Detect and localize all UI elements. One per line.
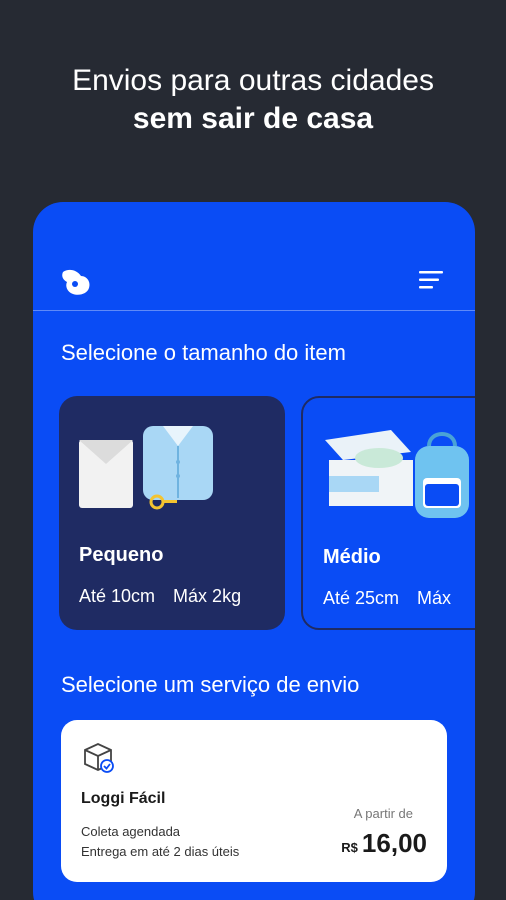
loggi-bunny-icon[interactable] <box>59 264 93 298</box>
size-dims: Até 25cm Máx <box>323 588 451 609</box>
size-weight: Máx 2kg <box>173 586 242 606</box>
size-dimension: Até 10cm <box>79 586 156 606</box>
app-topbar <box>33 202 475 312</box>
topbar-divider <box>33 310 475 311</box>
size-name: Médio <box>323 546 381 568</box>
size-section-title: Selecione o tamanho do item <box>61 340 346 365</box>
size-dimension: Até 25cm <box>323 588 400 608</box>
size-name: Pequeno <box>79 544 164 566</box>
size-card-medio[interactable]: Médio Até 25cm Máx <box>301 396 475 630</box>
promo-headline: Envios para outras cidades sem sair de c… <box>0 62 506 138</box>
service-name: Loggi Fácil <box>81 790 166 807</box>
box-backpack-illustration <box>325 430 469 518</box>
size-dims: Até 10cm Máx 2kg <box>79 586 241 607</box>
price-prefix: A partir de <box>353 806 413 821</box>
service-price: R$ 16,00 <box>341 828 427 859</box>
headline-line1: Envios para outras cidades <box>72 64 434 97</box>
size-card-pequeno[interactable]: Pequeno Até 10cm Máx 2kg <box>59 396 285 630</box>
size-weight: Máx <box>417 588 452 608</box>
service-description-1: Coleta agendada <box>81 824 181 839</box>
price-currency: R$ <box>341 840 358 855</box>
package-box-icon <box>84 743 114 773</box>
service-description-2: Entrega em até 2 dias úteis <box>81 844 240 859</box>
price-value: 16,00 <box>361 828 427 858</box>
headline-line2: sem sair de casa <box>132 102 374 135</box>
app-screen: Selecione o tamanho do item Pequeno Até … <box>33 202 475 900</box>
hamburger-menu-icon[interactable] <box>419 270 445 290</box>
envelope-shirt-illustration <box>79 426 213 510</box>
service-card-loggi-facil[interactable]: Loggi Fácil Coleta agendada Entrega em a… <box>61 720 447 882</box>
service-section-title: Selecione um serviço de envio <box>61 672 360 697</box>
